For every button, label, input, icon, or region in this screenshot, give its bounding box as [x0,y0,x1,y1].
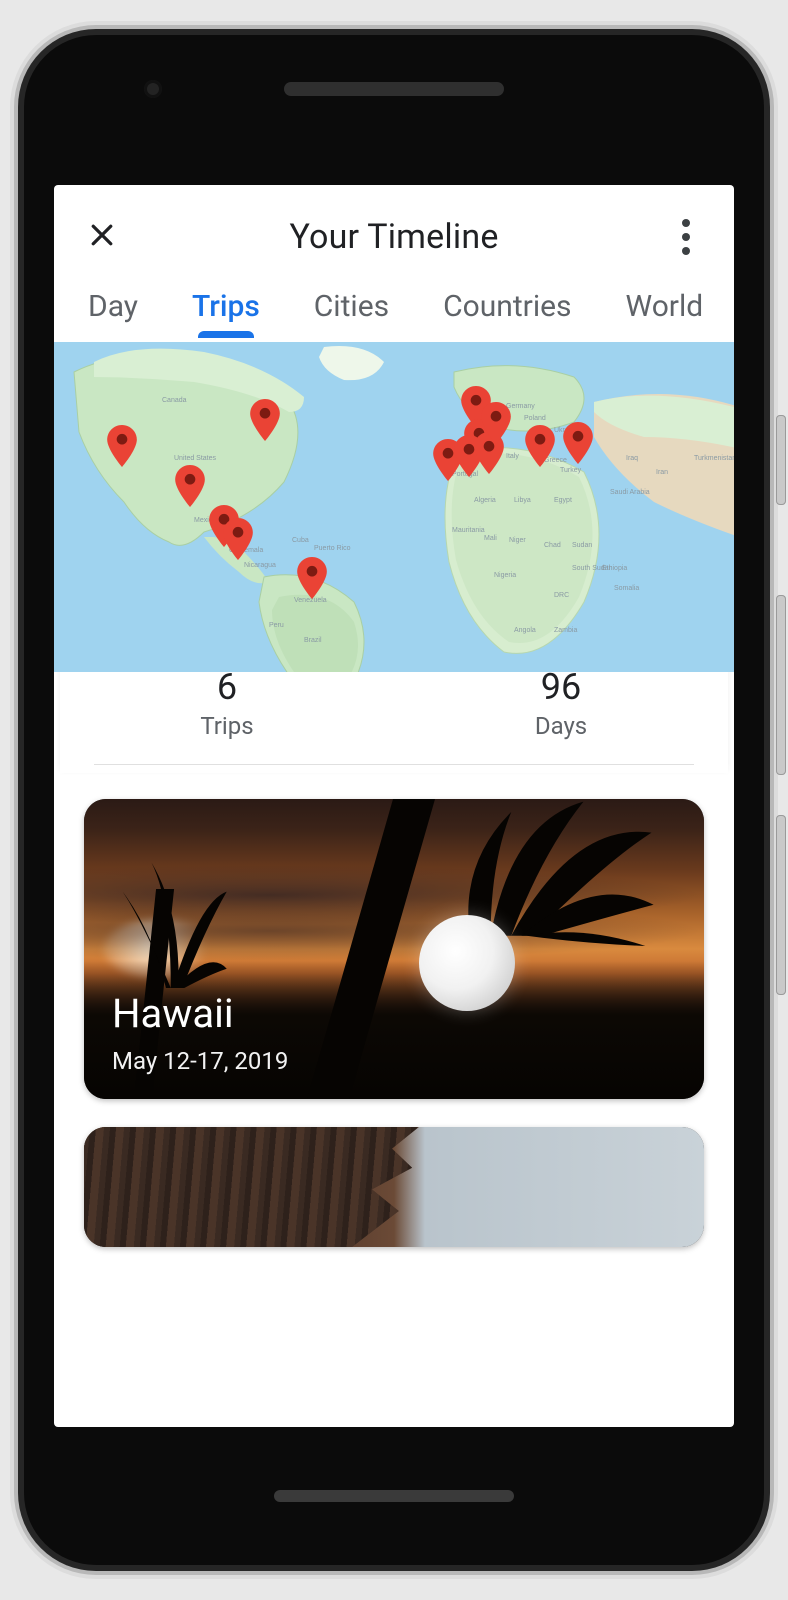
front-camera [144,80,162,98]
svg-text:Sudan: Sudan [572,542,592,549]
svg-text:Peru: Peru [269,622,284,629]
page-title: Your Timeline [289,217,498,257]
world-map[interactable]: Canada United States Mexico Guatemala Ni… [54,342,734,672]
tab-cities[interactable]: Cities [314,289,389,336]
svg-text:Mauritania: Mauritania [452,527,485,534]
trip-card-date: May 12-17, 2019 [112,1047,676,1075]
tab-trips[interactable]: Trips [192,289,260,336]
svg-text:United States: United States [174,455,217,462]
svg-text:Saudi Arabia: Saudi Arabia [610,489,650,496]
stat-days: 96 Days [394,666,728,740]
trip-card-image [84,1127,704,1247]
page-background: Your Timeline Day Trips Cities Countries… [0,0,788,1600]
svg-text:Angola: Angola [514,627,536,634]
svg-text:Turkmenistan: Turkmenistan [694,455,734,462]
map-pin-icon[interactable] [175,465,205,507]
stat-trips-label: Trips [60,712,394,740]
svg-text:Puerto Rico: Puerto Rico [314,545,351,552]
svg-text:Libya: Libya [514,497,531,504]
trip-card-next[interactable] [84,1127,704,1247]
map-pin-icon[interactable] [107,425,137,467]
hw-button-vol-down [776,815,786,995]
app-header: Your Timeline [54,185,734,289]
phone-screen: Your Timeline Day Trips Cities Countries… [54,185,734,1427]
trip-card-title: Hawaii [112,990,676,1037]
svg-text:Iran: Iran [656,469,668,476]
phone-top-bar [24,35,764,143]
svg-text:Canada: Canada [162,397,187,404]
svg-text:Iraq: Iraq [626,455,638,462]
tab-countries[interactable]: Countries [443,289,571,336]
svg-text:Poland: Poland [524,415,546,422]
phone-speaker [284,82,504,96]
svg-text:Niger: Niger [509,537,526,544]
hw-button-vol-up [776,595,786,775]
trip-card-list[interactable]: Hawaii May 12-17, 2019 [54,773,734,1427]
kebab-icon [682,247,690,255]
svg-text:Zambia: Zambia [554,627,577,634]
stat-trips: 6 Trips [60,666,394,740]
svg-text:Turkey: Turkey [560,467,582,474]
map-pin-icon[interactable] [563,422,593,464]
kebab-icon [682,233,690,241]
svg-text:Nicaragua: Nicaragua [244,562,276,569]
svg-text:DRC: DRC [554,592,569,599]
svg-text:Mali: Mali [484,535,497,542]
tab-day[interactable]: Day [88,289,138,336]
svg-text:Italy: Italy [506,453,519,460]
svg-text:Brazil: Brazil [304,637,322,644]
stats-divider [94,764,694,765]
close-icon [87,220,117,254]
overflow-menu-button[interactable] [668,215,704,259]
phone-frame: Your Timeline Day Trips Cities Countries… [24,35,764,1565]
map-pin-icon[interactable] [297,557,327,599]
svg-text:Cuba: Cuba [292,537,309,544]
map-pin-icon[interactable] [481,402,511,444]
home-indicator [274,1490,514,1502]
hw-button-power [776,415,786,505]
svg-text:Somalia: Somalia [614,585,639,592]
svg-text:Nigeria: Nigeria [494,572,516,579]
svg-text:Ethiopia: Ethiopia [602,565,627,572]
kebab-icon [682,219,690,227]
stat-trips-value: 6 [60,666,394,708]
trip-card-overlay: Hawaii May 12-17, 2019 [84,968,704,1099]
trip-card-hawaii[interactable]: Hawaii May 12-17, 2019 [84,799,704,1099]
svg-text:Algeria: Algeria [474,497,496,504]
timeline-tabs: Day Trips Cities Countries World [54,289,734,342]
stat-days-value: 96 [394,666,728,708]
map-illustration: Canada United States Mexico Guatemala Ni… [54,342,734,672]
close-button[interactable] [80,215,124,259]
map-pin-icon[interactable] [223,518,253,560]
svg-text:Chad: Chad [544,542,561,549]
map-pin-icon[interactable] [250,399,280,441]
stat-days-label: Days [394,712,728,740]
svg-text:Egypt: Egypt [554,497,572,504]
tab-world[interactable]: World [626,289,704,336]
phone-bottom-bar [24,1427,764,1565]
map-pin-icon[interactable] [525,425,555,467]
